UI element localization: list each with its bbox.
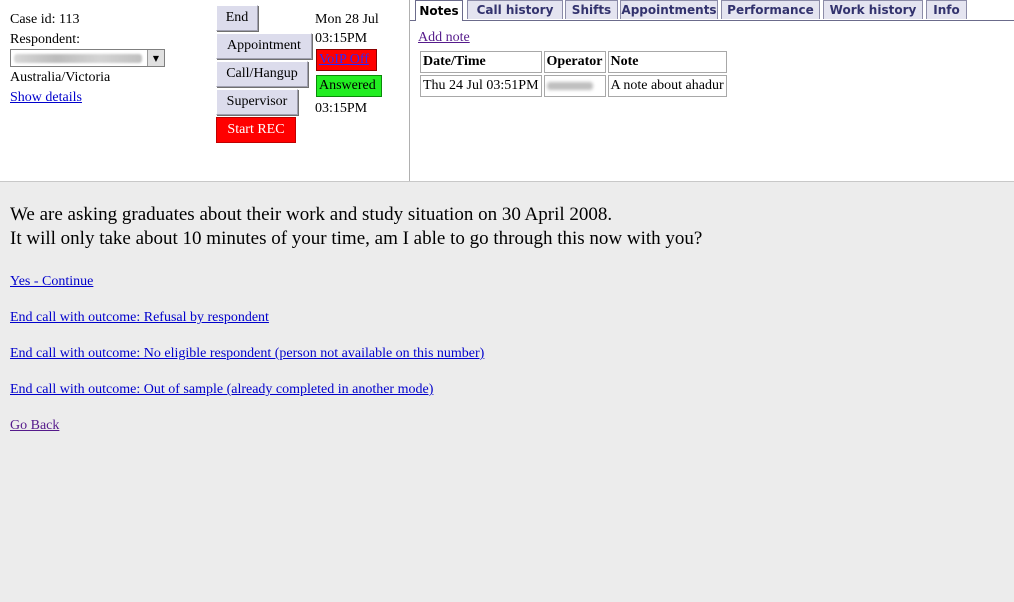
add-note-link[interactable]: Add note xyxy=(418,30,470,46)
respondent-label: Respondent: xyxy=(10,32,80,47)
appointment-button[interactable]: Appointment xyxy=(216,33,312,59)
tab-notes[interactable]: Notes xyxy=(415,0,463,21)
refusal-outcome-link[interactable]: End call with outcome: Refusal by respon… xyxy=(10,310,269,326)
info-panel: Notes Call history Shifts Appointments P… xyxy=(409,0,1014,181)
respondent-value-redacted xyxy=(14,54,142,63)
note-text: A note about ahadur xyxy=(607,75,727,97)
table-row: Thu 24 Jul 03:51PM A note about ahadur xyxy=(420,75,727,97)
time-label: 03:15PM xyxy=(315,31,368,46)
date-label: Mon 28 Jul xyxy=(315,12,379,27)
answered-time: 03:15PM xyxy=(315,101,368,116)
question-line-1: We are asking graduates about their work… xyxy=(10,204,613,225)
header-note: Note xyxy=(607,51,727,73)
no-eligible-outcome-link[interactable]: End call with outcome: No eligible respo… xyxy=(10,346,484,362)
case-info: Case id: 113 Respondent: xyxy=(10,10,80,50)
tab-performance[interactable]: Performance xyxy=(721,0,820,19)
case-id: Case id: 113 xyxy=(10,12,80,27)
yes-continue-link[interactable]: Yes - Continue xyxy=(10,274,93,290)
supervisor-button[interactable]: Supervisor xyxy=(216,89,298,115)
tab-call-history[interactable]: Call history xyxy=(467,0,563,19)
operator-redacted xyxy=(546,81,593,90)
header-operator: Operator xyxy=(543,51,606,73)
notes-table: Date/Time Operator Note Thu 24 Jul 03:51… xyxy=(418,49,729,99)
tab-info[interactable]: Info xyxy=(926,0,967,19)
tab-appointments[interactable]: Appointments xyxy=(620,0,718,19)
show-details-link[interactable]: Show details xyxy=(10,90,82,106)
question-text: We are asking graduates about their work… xyxy=(10,203,1000,251)
answered-status: Answered xyxy=(316,75,382,97)
script-area: We are asking graduates about their work… xyxy=(10,203,1000,433)
header-datetime: Date/Time xyxy=(420,51,542,73)
go-back-link[interactable]: Go Back xyxy=(10,418,59,434)
tab-bar: Notes Call history Shifts Appointments P… xyxy=(410,0,1014,21)
date-time: Mon 28 Jul 03:15PM xyxy=(315,10,379,48)
top-bar: Case id: 113 Respondent: ▼ Australia/Vic… xyxy=(0,0,1014,182)
respondent-region: Australia/Victoria xyxy=(10,70,111,85)
note-datetime: Thu 24 Jul 03:51PM xyxy=(420,75,542,97)
note-operator xyxy=(543,75,606,97)
end-button[interactable]: End xyxy=(216,5,258,31)
respondent-select[interactable]: ▼ xyxy=(10,49,165,67)
tab-work-history[interactable]: Work history xyxy=(823,0,923,19)
voip-status-link[interactable]: VoIP Off xyxy=(316,49,377,71)
call-hangup-button[interactable]: Call/Hangup xyxy=(216,61,308,87)
question-line-2: It will only take about 10 minutes of yo… xyxy=(10,228,703,249)
table-header-row: Date/Time Operator Note xyxy=(420,51,727,73)
chevron-down-icon[interactable]: ▼ xyxy=(147,50,164,66)
out-of-sample-outcome-link[interactable]: End call with outcome: Out of sample (al… xyxy=(10,382,433,398)
start-rec-button[interactable]: Start REC xyxy=(216,117,296,143)
tab-shifts[interactable]: Shifts xyxy=(565,0,618,19)
